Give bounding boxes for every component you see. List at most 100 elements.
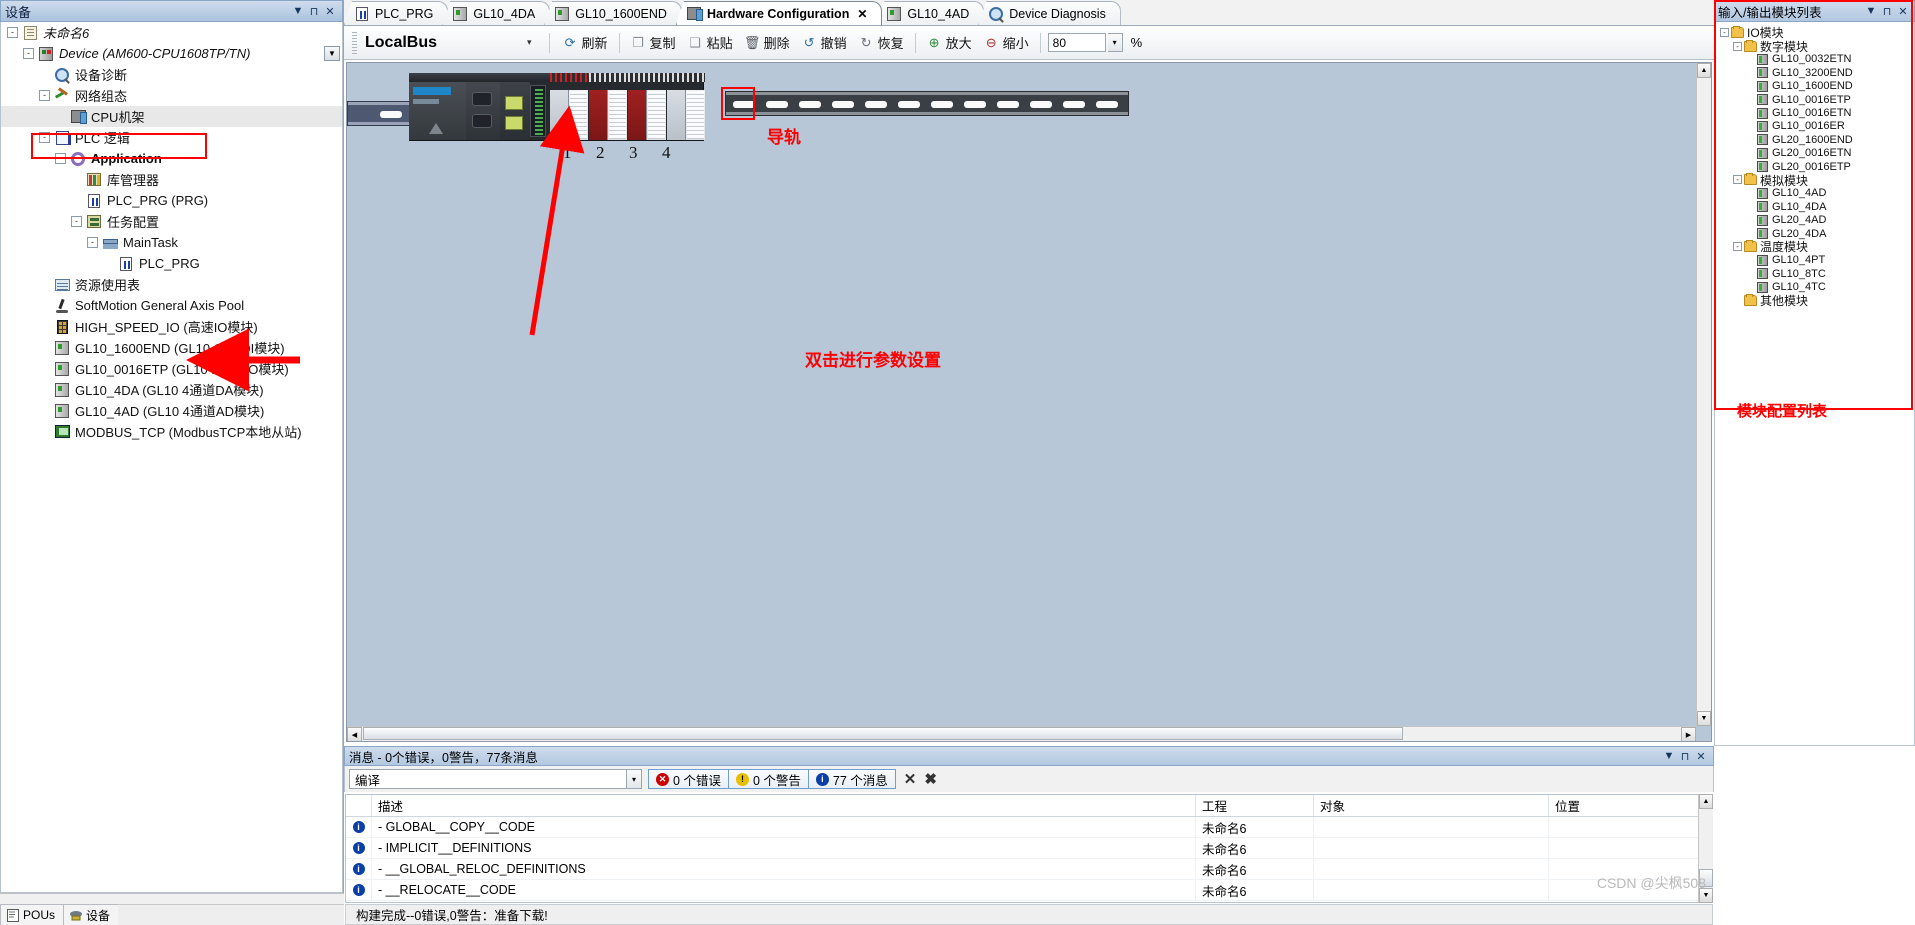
messages-scroll-up-arrow[interactable]: ▲: [1699, 794, 1713, 809]
module-item-gl20_4ad[interactable]: GL20_4AD: [1715, 213, 1914, 226]
toolbar-button-undo[interactable]: ↺ 撤销: [796, 31, 853, 54]
bus-dropdown-caret[interactable]: ▾: [527, 37, 532, 48]
messages-pin-icon[interactable]: ⊓: [1677, 748, 1693, 764]
serial-port-module[interactable]: [466, 82, 500, 140]
tree-item-high_speed_io[interactable]: HIGH_SPEED_IO (高速IO模块): [1, 316, 342, 337]
toolbar-button-paste[interactable]: ❑ 粘贴: [682, 31, 739, 54]
zoom-dropdown-caret[interactable]: ▾: [1107, 33, 1123, 52]
tree-expander-icon[interactable]: -: [55, 153, 66, 164]
messages-dropdown-icon[interactable]: ▼: [1661, 748, 1677, 764]
tree-item-softmotion[interactable]: SoftMotion General Axis Pool: [1, 295, 342, 316]
hardware-config-canvas[interactable]: 1 2 3 4 导轨 双击进行参数设置 ▲ ▼ ◀ ▶: [346, 62, 1712, 742]
module-item-gl20_0016etn[interactable]: GL20_0016ETN: [1715, 147, 1914, 160]
tab-close-icon[interactable]: ✕: [857, 7, 867, 21]
tree-expander-icon[interactable]: -: [39, 132, 50, 143]
module-expander-icon[interactable]: -: [1733, 242, 1742, 252]
message-row[interactable]: i- GLOBAL__COPY__CODE 未命名6: [346, 817, 1712, 838]
pin-icon[interactable]: ⊓: [306, 3, 322, 19]
tree-item-库管理器[interactable]: 库管理器: [1, 169, 342, 190]
scroll-left-arrow[interactable]: ◀: [347, 727, 362, 741]
tab-plc_prg[interactable]: PLC_PRG: [344, 1, 449, 25]
module-item-gl10_0032etn[interactable]: GL10_0032ETN: [1715, 53, 1914, 66]
canvas-vertical-scrollbar[interactable]: ▲ ▼: [1696, 63, 1711, 726]
module-item-gl10_4tc[interactable]: GL10_4TC: [1715, 280, 1914, 293]
clear-messages-button[interactable]: ✕: [904, 770, 917, 788]
col-position[interactable]: 位置: [1549, 795, 1712, 816]
toolbar-button-zoom-in[interactable]: ⊕ 放大: [921, 31, 978, 54]
ethernet-module[interactable]: [500, 82, 530, 140]
tree-item-gl10_1600end[interactable]: GL10_1600END (GL10 16点DI模块): [1, 337, 342, 358]
module-item-gl10_4da[interactable]: GL10_4DA: [1715, 200, 1914, 213]
toolbar-button-zoom-out[interactable]: ⊖ 缩小: [978, 31, 1035, 54]
counter-warning[interactable]: ! 0 个警告: [727, 769, 809, 789]
hscroll-thumb[interactable]: [363, 727, 1403, 740]
module-item-gl10_0016etn[interactable]: GL10_0016ETN: [1715, 106, 1914, 119]
module-item-gl20_1600end[interactable]: GL20_1600END: [1715, 133, 1914, 146]
message-row[interactable]: i- IMPLICIT__DEFINITIONS 未命名6: [346, 838, 1712, 859]
module-item-gl10_8tc[interactable]: GL10_8TC: [1715, 267, 1914, 280]
cpu-module[interactable]: [409, 82, 466, 140]
canvas-content[interactable]: 1 2 3 4 导轨 双击进行参数设置: [347, 63, 1696, 726]
tree-item-gl10_4ad[interactable]: GL10_4AD (GL10 4通道AD模块): [1, 400, 342, 421]
messages-filter-select[interactable]: 编译: [349, 769, 627, 789]
tab-devices[interactable]: 设备: [63, 904, 120, 925]
tree-expander-icon[interactable]: -: [7, 27, 18, 38]
module-item-gl10_4ad[interactable]: GL10_4AD: [1715, 187, 1914, 200]
scroll-down-arrow[interactable]: ▼: [1697, 711, 1711, 726]
module-item-gl20_0016etp[interactable]: GL20_0016ETP: [1715, 160, 1914, 173]
toolbar-button-delete[interactable]: 🗑 删除: [739, 31, 796, 54]
tree-item-maintask[interactable]: - MainTask: [1, 232, 342, 253]
messages-table[interactable]: 描述 工程 对象 位置 i- GLOBAL__COPY__CODE 未命名6 i - …: [345, 794, 1713, 903]
messages-close-icon[interactable]: ✕: [1693, 748, 1709, 764]
device-tree[interactable]: ▼ - 未命名6- Device (AM600-CPU1608TP/TN) 设备诊断 -…: [0, 22, 343, 893]
zoom-value-input[interactable]: 80: [1047, 33, 1106, 52]
tab-gl10_4ad[interactable]: GL10_4AD: [876, 1, 985, 25]
io-slot-3[interactable]: [628, 73, 666, 140]
io-module-tree[interactable]: - IO模块 - 数字模块 GL10_0032ETN GL10_3200END GL10_1…: [1714, 22, 1915, 746]
close-icon[interactable]: ✕: [322, 3, 338, 19]
io-slot-4[interactable]: [667, 73, 705, 140]
tab-hardware-configuration[interactable]: Hardware Configuration ✕: [675, 1, 883, 25]
tree-item-gl10_0016etp[interactable]: GL10_0016ETP (GL10 16点DO模块): [1, 358, 342, 379]
tab-gl10_4da[interactable]: GL10_4DA: [442, 1, 551, 25]
tree-item-modbus_tcp[interactable]: MODBUS_TCP (ModbusTCP本地从站): [1, 421, 342, 442]
io-list-dropdown-icon[interactable]: ▼: [1863, 3, 1879, 19]
module-expander-icon[interactable]: -: [1733, 175, 1742, 185]
counter-info[interactable]: i 77 个消息: [807, 769, 896, 789]
module-item-[interactable]: - 数字模块: [1715, 39, 1914, 54]
toolbar-button-redo[interactable]: ↻ 恢复: [853, 31, 910, 54]
tree-item-网络组态[interactable]: - 网络组态: [1, 85, 342, 106]
module-item-gl20_4da[interactable]: GL20_4DA: [1715, 227, 1914, 240]
tree-item-device[interactable]: - Device (AM600-CPU1608TP/TN): [1, 43, 342, 64]
module-item-gl10_1600end[interactable]: GL10_1600END: [1715, 80, 1914, 93]
canvas-horizontal-scrollbar[interactable]: ◀ ▶: [347, 726, 1696, 741]
module-item-[interactable]: 其他模块: [1715, 294, 1914, 308]
scroll-right-arrow[interactable]: ▶: [1681, 727, 1696, 741]
tab-pous[interactable]: POUs: [0, 904, 65, 925]
module-item-gl10_3200end[interactable]: GL10_3200END: [1715, 66, 1914, 79]
module-expander-icon[interactable]: -: [1733, 41, 1742, 51]
col-project[interactable]: 工程: [1196, 795, 1314, 816]
toolbar-button-copy[interactable]: ❐ 复制: [625, 31, 682, 54]
message-row[interactable]: i- __RELOCATE__CODE 未命名6: [346, 880, 1712, 901]
tab-gl10_1600end[interactable]: GL10_1600END: [544, 1, 682, 25]
tree-item-任务配置[interactable]: - 任务配置: [1, 211, 342, 232]
tree-item-cpu机架[interactable]: CPU机架: [1, 106, 342, 127]
tab-device-diagnosis[interactable]: Device Diagnosis: [978, 1, 1121, 25]
tree-item-未命名6[interactable]: - 未命名6: [1, 22, 342, 43]
message-row[interactable]: i- __GLOBAL_RELOC_DEFINITIONS 未命名6: [346, 859, 1712, 880]
tree-expander-icon[interactable]: -: [39, 90, 50, 101]
col-description[interactable]: 描述: [372, 795, 1196, 816]
messages-filter-caret-icon[interactable]: ▾: [627, 769, 642, 789]
module-item-gl10_4pt[interactable]: GL10_4PT: [1715, 254, 1914, 267]
toolbar-button-refresh[interactable]: ⟳ 刷新: [557, 31, 614, 54]
tree-item-gl10_4da[interactable]: GL10_4DA (GL10 4通道DA模块): [1, 379, 342, 400]
clear-all-messages-button[interactable]: ✖: [924, 770, 937, 788]
counter-error[interactable]: ✕ 0 个错误: [648, 769, 729, 789]
io-slot-1[interactable]: [550, 73, 588, 140]
tree-expander-icon[interactable]: -: [87, 237, 98, 248]
module-expander-icon[interactable]: -: [1720, 28, 1729, 38]
module-item-gl10_0016er[interactable]: GL10_0016ER: [1715, 120, 1914, 133]
module-item-[interactable]: - 温度模块: [1715, 240, 1914, 254]
col-object[interactable]: 对象: [1314, 795, 1549, 816]
